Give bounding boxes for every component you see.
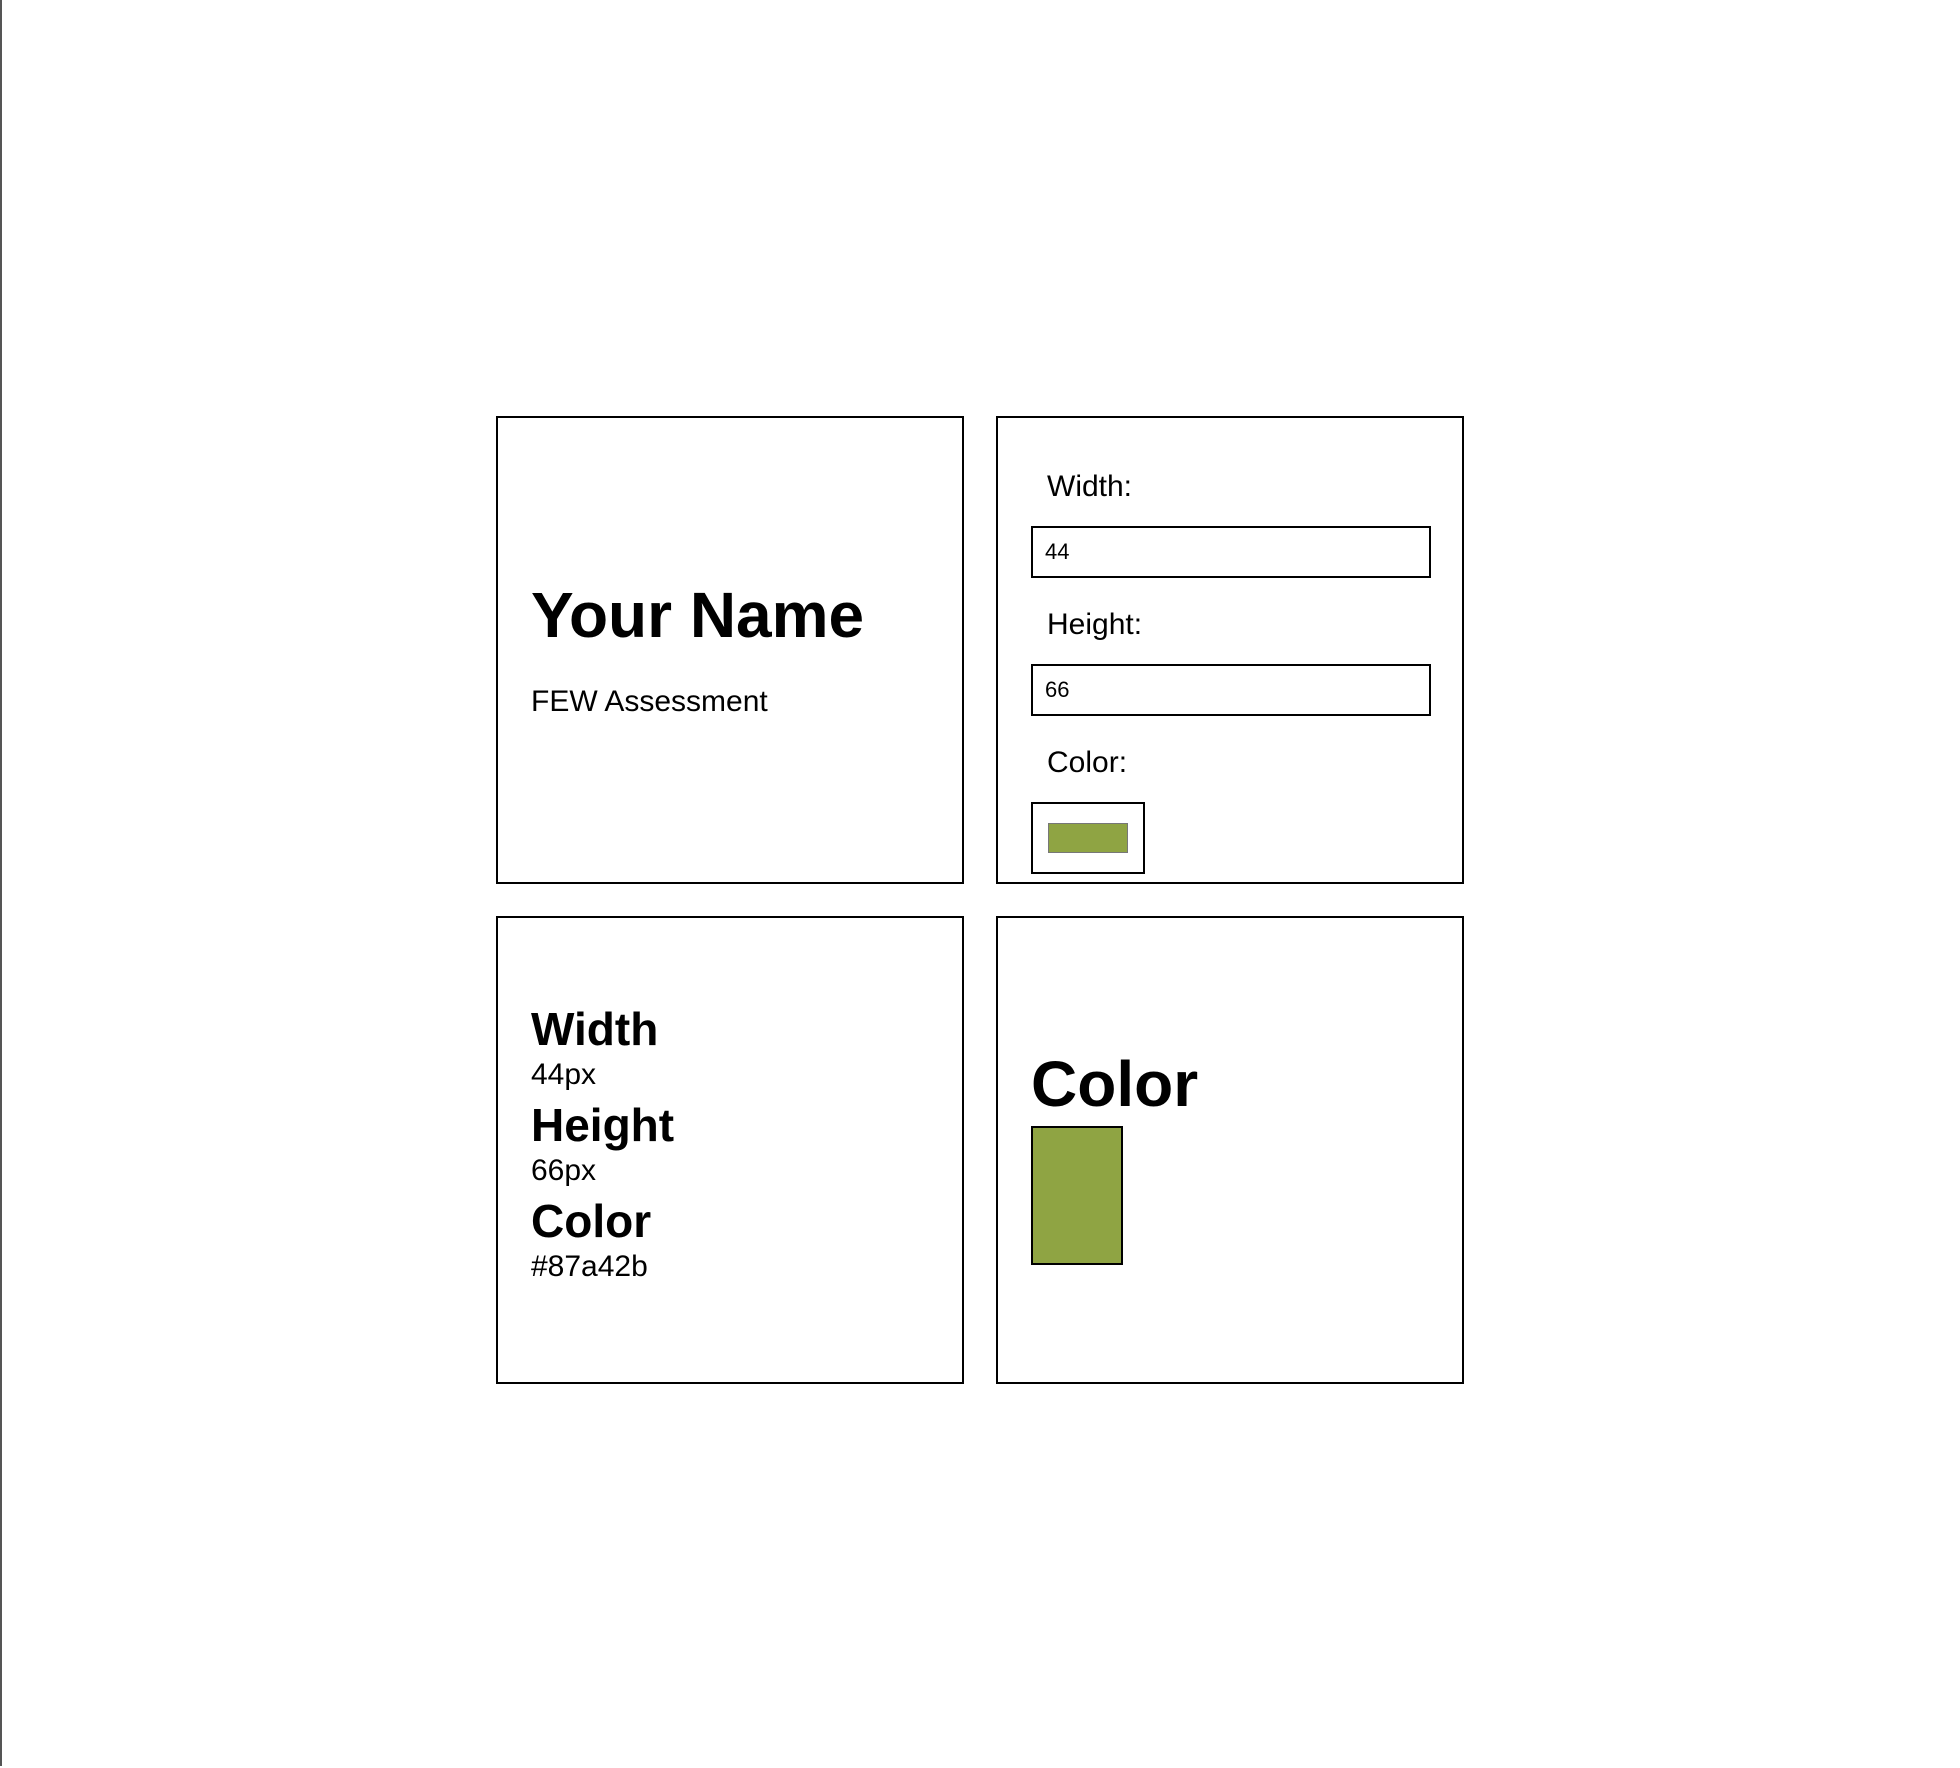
preview-card: Color	[996, 916, 1464, 1384]
color-label: Color:	[1047, 746, 1128, 779]
values-card: Width 44px Height 66px Color #87a42b	[496, 916, 964, 1384]
form-card: Width: Height: Color:	[996, 416, 1464, 884]
width-heading: Width	[531, 1003, 659, 1055]
width-value-text: 44px	[531, 1058, 597, 1091]
height-value-text: 66px	[531, 1154, 597, 1187]
card-grid: Your Name FEW Assessment Width: Height: …	[496, 416, 1464, 1384]
name-card: Your Name FEW Assessment	[496, 416, 964, 884]
color-picker[interactable]	[1031, 802, 1145, 874]
height-heading: Height	[531, 1099, 675, 1151]
name-subtitle: FEW Assessment	[531, 685, 768, 718]
color-value-text: #87a42b	[531, 1250, 648, 1283]
name-title: Your Name	[531, 579, 865, 651]
color-heading: Color	[531, 1195, 652, 1247]
preview-color-box	[1031, 1126, 1123, 1265]
width-input[interactable]	[1031, 526, 1431, 578]
width-label: Width:	[1047, 470, 1133, 503]
height-label: Height:	[1047, 608, 1143, 641]
preview-heading: Color	[1031, 1048, 1199, 1120]
height-input[interactable]	[1031, 664, 1431, 716]
color-picker-swatch	[1048, 823, 1128, 853]
